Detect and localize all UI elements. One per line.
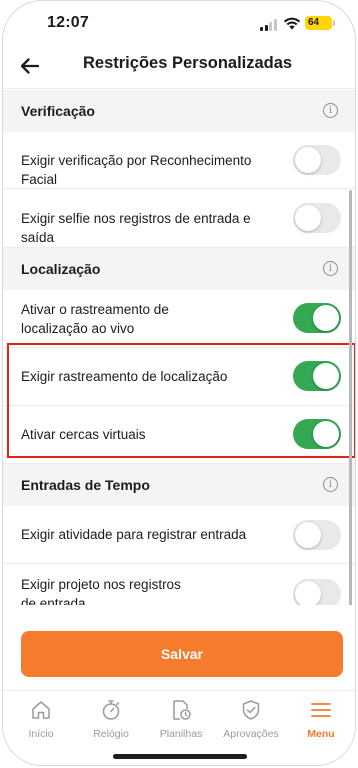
- tab-label: Início: [28, 728, 54, 740]
- require-activity-toggle[interactable]: [293, 520, 341, 550]
- tab-menu[interactable]: Menu: [286, 698, 355, 740]
- setting-label: Ativar cercas virtuais: [21, 427, 146, 442]
- battery-icon: 64: [305, 16, 335, 30]
- tab-bar: Início Relógio Planilhas Aprovações Menu: [3, 692, 355, 765]
- setting-row-require-activity[interactable]: Exigir atividade para registrar entrada: [3, 506, 355, 564]
- setting-label: Exigir rastreamento de localização: [21, 369, 228, 384]
- save-bar: Salvar: [3, 605, 355, 691]
- section-title: Entradas de Tempo: [21, 477, 150, 493]
- tab-label: Aprovações: [223, 728, 279, 740]
- setting-label: Exigir verificação por Reconhecimento Fa…: [21, 153, 252, 187]
- info-icon[interactable]: i: [323, 103, 338, 118]
- tab-relogio[interactable]: Relógio: [76, 698, 146, 740]
- setting-row-geofences[interactable]: Ativar cercas virtuais: [3, 406, 355, 464]
- battery-level: 64: [308, 17, 320, 28]
- home-icon: [32, 701, 50, 719]
- require-project-toggle[interactable]: [293, 579, 341, 605]
- selfie-toggle[interactable]: [293, 203, 341, 233]
- live-tracking-toggle[interactable]: [293, 303, 341, 333]
- tab-planilhas[interactable]: Planilhas: [146, 698, 216, 740]
- status-bar: 12:07 64: [3, 1, 355, 45]
- cellular-signal-icon: [260, 19, 278, 31]
- tab-label: Menu: [307, 728, 335, 740]
- setting-row-require-tracking[interactable]: Exigir rastreamento de localização: [3, 348, 355, 406]
- setting-label: Ativar o rastreamento de localização ao …: [21, 302, 169, 336]
- section-title: Localização: [21, 261, 101, 277]
- setting-row-facial-recognition[interactable]: Exigir verificação por Reconhecimento Fa…: [3, 132, 355, 189]
- save-button[interactable]: Salvar: [21, 631, 343, 677]
- section-header-entradas: Entradas de Tempo i: [3, 464, 355, 506]
- toggle-knob: [313, 363, 339, 389]
- nav-bar: Restrições Personalizadas: [3, 45, 355, 89]
- toggle-knob: [295, 147, 321, 173]
- section-title: Verificação: [21, 103, 95, 119]
- setting-row-selfie[interactable]: Exigir selfie nos registros de entrada e…: [3, 189, 355, 248]
- geofences-toggle[interactable]: [293, 419, 341, 449]
- scrollbar[interactable]: [349, 190, 352, 605]
- home-indicator: [113, 754, 247, 759]
- toggle-knob: [313, 305, 339, 331]
- section-header-localizacao: Localização i: [3, 248, 355, 290]
- tab-aprovacoes[interactable]: Aprovações: [216, 698, 286, 740]
- setting-label: Exigir atividade para registrar entrada: [21, 527, 247, 542]
- timesheet-icon: [173, 700, 191, 720]
- menu-icon: [311, 703, 331, 717]
- setting-label: Exigir projeto nos registros de entrada: [21, 577, 181, 605]
- tab-inicio[interactable]: Início: [6, 698, 76, 740]
- back-arrow-icon[interactable]: [17, 53, 43, 79]
- tab-label: Relógio: [93, 728, 129, 740]
- toggle-knob: [295, 581, 321, 605]
- stopwatch-icon: [102, 700, 120, 720]
- restrictions-list[interactable]: Verificação i Exigir verificação por Rec…: [3, 90, 355, 605]
- setting-label: Exigir selfie nos registros de entrada e…: [21, 211, 251, 245]
- setting-row-require-project[interactable]: Exigir projeto nos registros de entrada: [3, 564, 355, 605]
- info-icon[interactable]: i: [323, 477, 338, 492]
- facial-recognition-toggle[interactable]: [293, 145, 341, 175]
- section-header-verificacao: Verificação i: [3, 90, 355, 132]
- phone-frame: 12:07 64 Restrições Personalizadas Verif…: [2, 0, 356, 766]
- tab-label: Planilhas: [159, 728, 203, 740]
- require-tracking-toggle[interactable]: [293, 361, 341, 391]
- toggle-knob: [295, 522, 321, 548]
- shield-check-icon: [242, 700, 260, 720]
- toggle-knob: [295, 205, 321, 231]
- setting-row-live-tracking[interactable]: Ativar o rastreamento de localização ao …: [3, 290, 355, 348]
- toggle-knob: [313, 421, 339, 447]
- wifi-icon: [283, 17, 301, 30]
- status-time: 12:07: [47, 14, 89, 31]
- info-icon[interactable]: i: [323, 261, 338, 276]
- page-title: Restrições Personalizadas: [83, 54, 293, 72]
